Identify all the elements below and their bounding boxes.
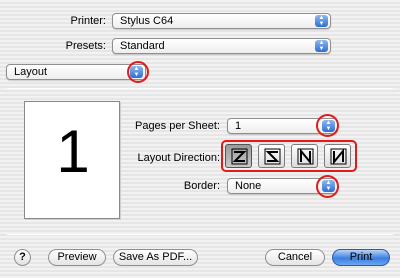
layout-direction-label: Layout Direction: (137, 152, 220, 164)
presets-select[interactable]: Standard ▲ ▼ (112, 38, 331, 54)
layout-direction-n-button[interactable] (291, 144, 318, 168)
preview-button[interactable]: Preview (48, 249, 106, 266)
printer-select-value: Stylus C64 (120, 15, 174, 27)
highlight-circle (316, 114, 339, 137)
cancel-button[interactable]: Cancel (265, 249, 325, 266)
pages-per-sheet-value: 1 (235, 120, 242, 132)
presets-select-value: Standard (120, 40, 165, 52)
chevron-updown-icon: ▲ ▼ (315, 15, 328, 27)
border-select-value: None (235, 180, 262, 192)
preview-page-number: 1 (56, 118, 90, 185)
panel-select[interactable]: Layout ▲ ▼ (6, 64, 146, 80)
section-divider (7, 88, 393, 89)
layout-direction-reverse-n-button[interactable] (324, 144, 351, 168)
panel-select-value: Layout (14, 66, 48, 78)
reverse-n-order-icon (330, 148, 347, 165)
reverse-z-order-icon (264, 148, 281, 165)
chevron-updown-icon: ▲ ▼ (315, 40, 328, 52)
border-label: Border: (183, 180, 220, 192)
help-button[interactable]: ? (14, 249, 31, 266)
presets-label: Presets: (65, 40, 106, 52)
layout-direction-z-button[interactable] (225, 144, 252, 168)
n-order-icon (297, 148, 314, 165)
print-button[interactable]: Print (332, 249, 390, 266)
printer-select[interactable]: Stylus C64 ▲ ▼ (112, 13, 331, 29)
pages-per-sheet-label: Pages per Sheet: (134, 120, 220, 132)
highlight-circle (316, 175, 339, 198)
highlight-circle (127, 61, 149, 83)
section-divider (7, 234, 393, 235)
printer-label: Printer: (70, 15, 106, 27)
save-as-pdf-button[interactable]: Save As PDF... (113, 249, 198, 266)
z-order-icon (231, 148, 248, 165)
layout-direction-reverse-z-button[interactable] (258, 144, 285, 168)
page-preview: 1 (24, 101, 120, 219)
